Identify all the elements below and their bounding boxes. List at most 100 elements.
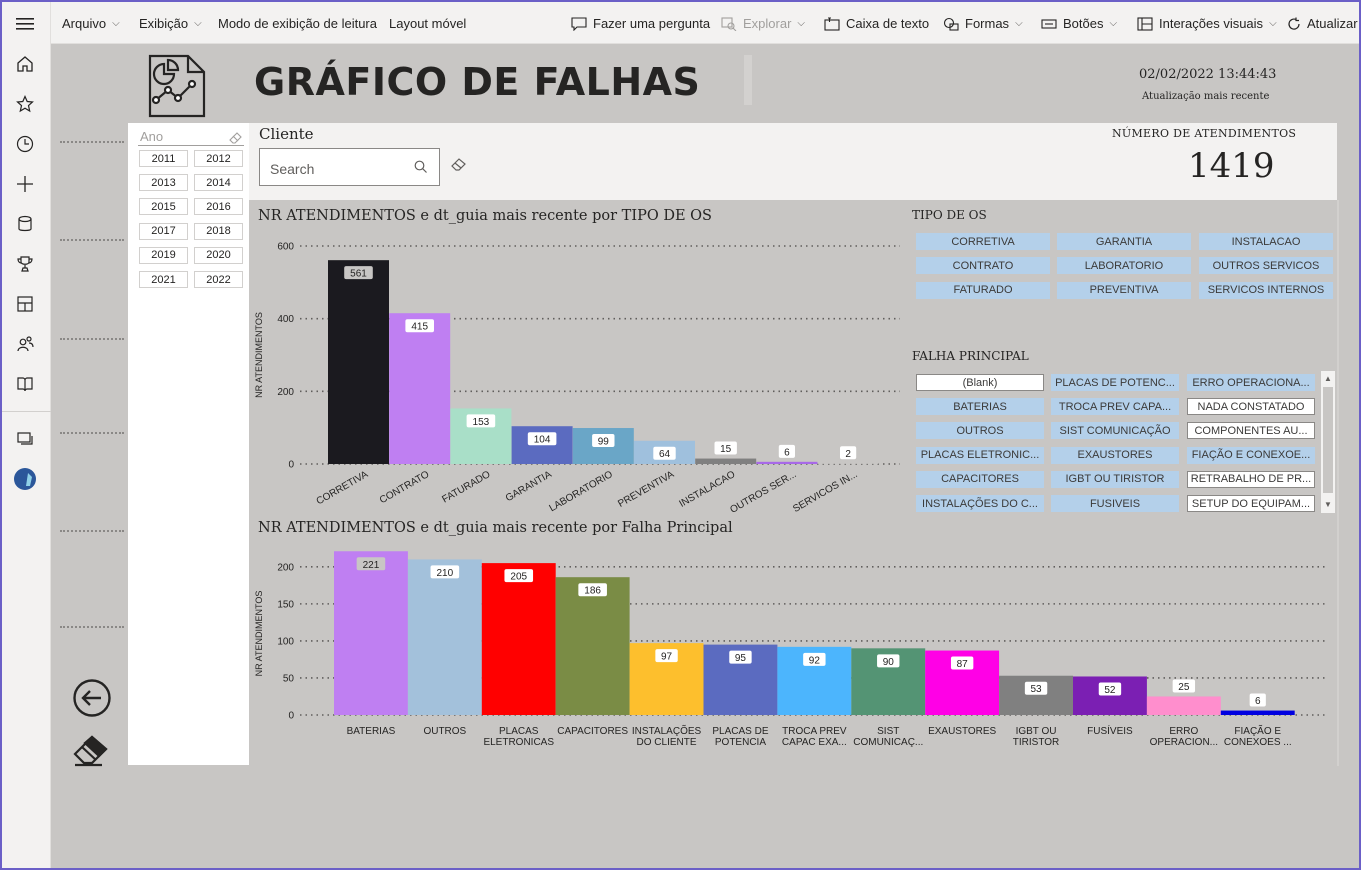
x-tick-label: EXAUSTORES (928, 726, 996, 737)
falha-option[interactable]: PLACAS DE POTENC... (1051, 374, 1179, 391)
botoes-menu[interactable]: Botões ⌵ (1041, 16, 1117, 31)
bar[interactable] (1146, 696, 1221, 715)
bar[interactable] (555, 577, 630, 715)
falha-option[interactable]: SIST COMUNICAÇÃO (1051, 422, 1179, 440)
bar[interactable] (407, 559, 482, 715)
layout-movel-button[interactable]: Layout móvel (389, 16, 466, 31)
trophy-icon[interactable] (12, 251, 38, 277)
falha-option[interactable]: PLACAS ELETRONIC... (916, 446, 1044, 464)
bar[interactable] (756, 461, 818, 464)
falha-option[interactable]: TROCA PREV CAPA... (1051, 398, 1179, 416)
clock-icon[interactable] (12, 131, 38, 157)
bar[interactable] (1220, 710, 1295, 715)
data-label: 221 (363, 560, 380, 571)
year-option[interactable]: 2015 (139, 198, 188, 216)
bar[interactable] (481, 563, 556, 715)
data-label: 92 (809, 655, 821, 666)
tipo-os-option[interactable]: INSTALACAO (1199, 233, 1333, 250)
year-option[interactable]: 2014 (194, 174, 243, 192)
falha-option[interactable]: ERRO OPERACIONA... (1187, 374, 1315, 391)
x-tick-label: PLACAS DE (712, 726, 768, 737)
year-option[interactable]: 2017 (139, 222, 188, 240)
tipo-os-option[interactable]: FATURADO (916, 281, 1050, 299)
menu-icon[interactable] (12, 11, 38, 37)
exibicao-menu[interactable]: Exibição ⌵ (139, 16, 202, 31)
falha-option[interactable]: COMPONENTES AU... (1187, 422, 1315, 440)
x-tick-label: CAPAC EXA... (782, 737, 847, 748)
year-option[interactable]: 2022 (194, 271, 243, 288)
x-tick-label: FATURADO (440, 469, 492, 505)
bar[interactable] (999, 675, 1073, 715)
kpi-value: 1419 (1188, 146, 1275, 186)
home-icon[interactable] (12, 51, 38, 77)
year-option[interactable]: 2020 (194, 246, 243, 264)
falha-option[interactable]: OUTROS (916, 422, 1044, 440)
year-option[interactable]: 2013 (139, 174, 188, 192)
database-icon[interactable] (12, 211, 38, 237)
tipo-os-option[interactable]: LABORATORIO (1057, 257, 1191, 275)
falha-option[interactable]: (Blank) (916, 374, 1044, 391)
falha-option[interactable]: INSTALAÇÕES DO C... (916, 495, 1044, 512)
apps-icon[interactable] (12, 291, 38, 317)
data-label: 186 (584, 586, 601, 597)
tipo-os-option[interactable]: CORRETIVA (916, 233, 1050, 250)
star-icon[interactable] (12, 91, 38, 117)
people-icon[interactable] (12, 331, 38, 357)
falha-principal-bar-chart[interactable]: NR ATENDIMENTOS 0 50 100 150 200 221 BATERIAS 21… (250, 545, 1335, 760)
book-icon[interactable] (12, 371, 38, 397)
back-arrow-button[interactable] (72, 678, 112, 723)
search-icon[interactable] (414, 160, 427, 176)
scroll-down-icon[interactable]: ▼ (1324, 500, 1332, 509)
formas-menu[interactable]: Formas ⌵ (943, 16, 1023, 31)
falha-option[interactable]: FIAÇÃO E CONEXOE... (1187, 446, 1315, 464)
plus-icon[interactable] (12, 171, 38, 197)
scroll-up-icon[interactable]: ▲ (1324, 374, 1332, 383)
x-tick-label: IGBT OU (1016, 726, 1057, 737)
year-option[interactable]: 2016 (194, 198, 243, 216)
falha-option[interactable]: SETUP DO EQUIPAM... (1187, 495, 1315, 512)
x-tick-label: CONTRATO (378, 469, 431, 506)
falha-option[interactable]: FUSIVEIS (1051, 495, 1179, 512)
bar[interactable] (695, 458, 757, 464)
x-tick-label: COMUNICAÇ... (853, 737, 923, 748)
year-option[interactable]: 2012 (194, 150, 243, 167)
eraser-icon[interactable] (229, 131, 242, 149)
falha-option[interactable]: CAPACITORES (916, 470, 1044, 488)
chat-icon (571, 16, 587, 31)
tipo-os-option[interactable]: PREVENTIVA (1057, 281, 1191, 299)
bar[interactable] (328, 260, 389, 464)
clear-filters-eraser-icon[interactable] (72, 733, 110, 772)
tipo-os-option[interactable]: SERVICOS INTERNOS (1199, 281, 1333, 299)
tipo-os-option[interactable]: CONTRATO (916, 257, 1050, 275)
bar[interactable] (389, 313, 451, 464)
pergunta-button[interactable]: Fazer uma pergunta (571, 16, 710, 31)
avatar-icon[interactable] (12, 466, 38, 492)
eraser-icon[interactable] (451, 158, 467, 176)
year-option[interactable]: 2021 (139, 271, 188, 288)
bar[interactable] (817, 463, 879, 464)
scrollbar-thumb[interactable] (1323, 387, 1333, 493)
tipo-os-option[interactable]: OUTROS SERVICOS (1199, 257, 1333, 275)
caixa-texto-button[interactable]: Caixa de texto (824, 16, 929, 31)
year-option[interactable]: 2011 (139, 150, 188, 167)
cliente-search-input[interactable]: Search (259, 148, 440, 186)
x-tick-label: FIAÇÃO E (1234, 724, 1281, 737)
falha-option[interactable]: NADA CONSTATADO (1187, 398, 1315, 416)
falha-option[interactable]: RETRABALHO DE PR... (1187, 470, 1315, 488)
arquivo-menu[interactable]: Arquivo ⌵ (62, 16, 120, 31)
explorar-menu[interactable]: Explorar ⌵ (721, 16, 805, 31)
workspace-icon[interactable] (12, 426, 38, 452)
falha-option[interactable]: BATERIAS (916, 398, 1044, 416)
year-option[interactable]: 2019 (139, 246, 188, 264)
falha-option[interactable]: IGBT OU TIRISTOR (1051, 470, 1179, 488)
interacoes-menu[interactable]: Interações visuais ⌵ (1137, 16, 1277, 31)
modo-leitura-button[interactable]: Modo de exibição de leitura (218, 16, 377, 31)
tipo-os-bar-chart[interactable]: NR ATENDIMENTOS 0 200 400 600 561 CORRETIVA 415… (250, 230, 900, 520)
bar[interactable] (334, 551, 408, 715)
year-option[interactable]: 2018 (194, 222, 243, 240)
falha-slicer-scrollbar[interactable]: ▲ ▼ (1321, 371, 1335, 513)
tipo-os-option[interactable]: GARANTIA (1057, 233, 1191, 250)
falha-option[interactable]: EXAUSTORES (1051, 446, 1179, 464)
atualizar-button[interactable]: Atualizar (1287, 16, 1358, 31)
data-label: 99 (598, 437, 610, 448)
